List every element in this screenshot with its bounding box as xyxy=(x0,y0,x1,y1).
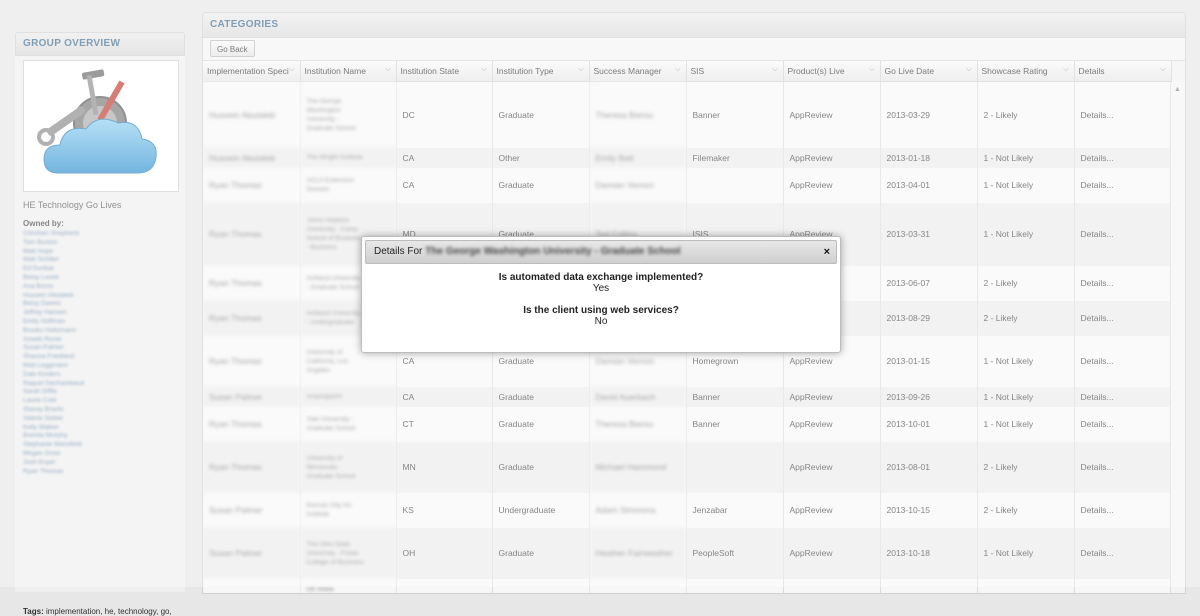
dialog-answer-1: Yes xyxy=(592,283,610,294)
dialog-answer-2: No xyxy=(594,316,608,327)
dialog-title-prefix: Details For xyxy=(374,246,423,257)
dialog-header: Details For The George Washington Univers… xyxy=(365,240,837,264)
dialog-title-institution: The George Washington University - Gradu… xyxy=(425,246,681,257)
dialog-question-2: Is the client using web services? xyxy=(523,305,679,316)
tags-label: Tags: xyxy=(23,607,44,616)
tags-line: Tags: implementation, he, technology, go… xyxy=(23,607,172,616)
details-dialog: Details For The George Washington Univers… xyxy=(361,236,841,353)
dialog-question-1: Is automated data exchange implemented? xyxy=(498,272,704,283)
tags-value: implementation, he, technology, go, xyxy=(45,607,172,616)
close-icon[interactable]: × xyxy=(824,241,830,263)
institution-name-line: Graduate xyxy=(307,594,390,595)
